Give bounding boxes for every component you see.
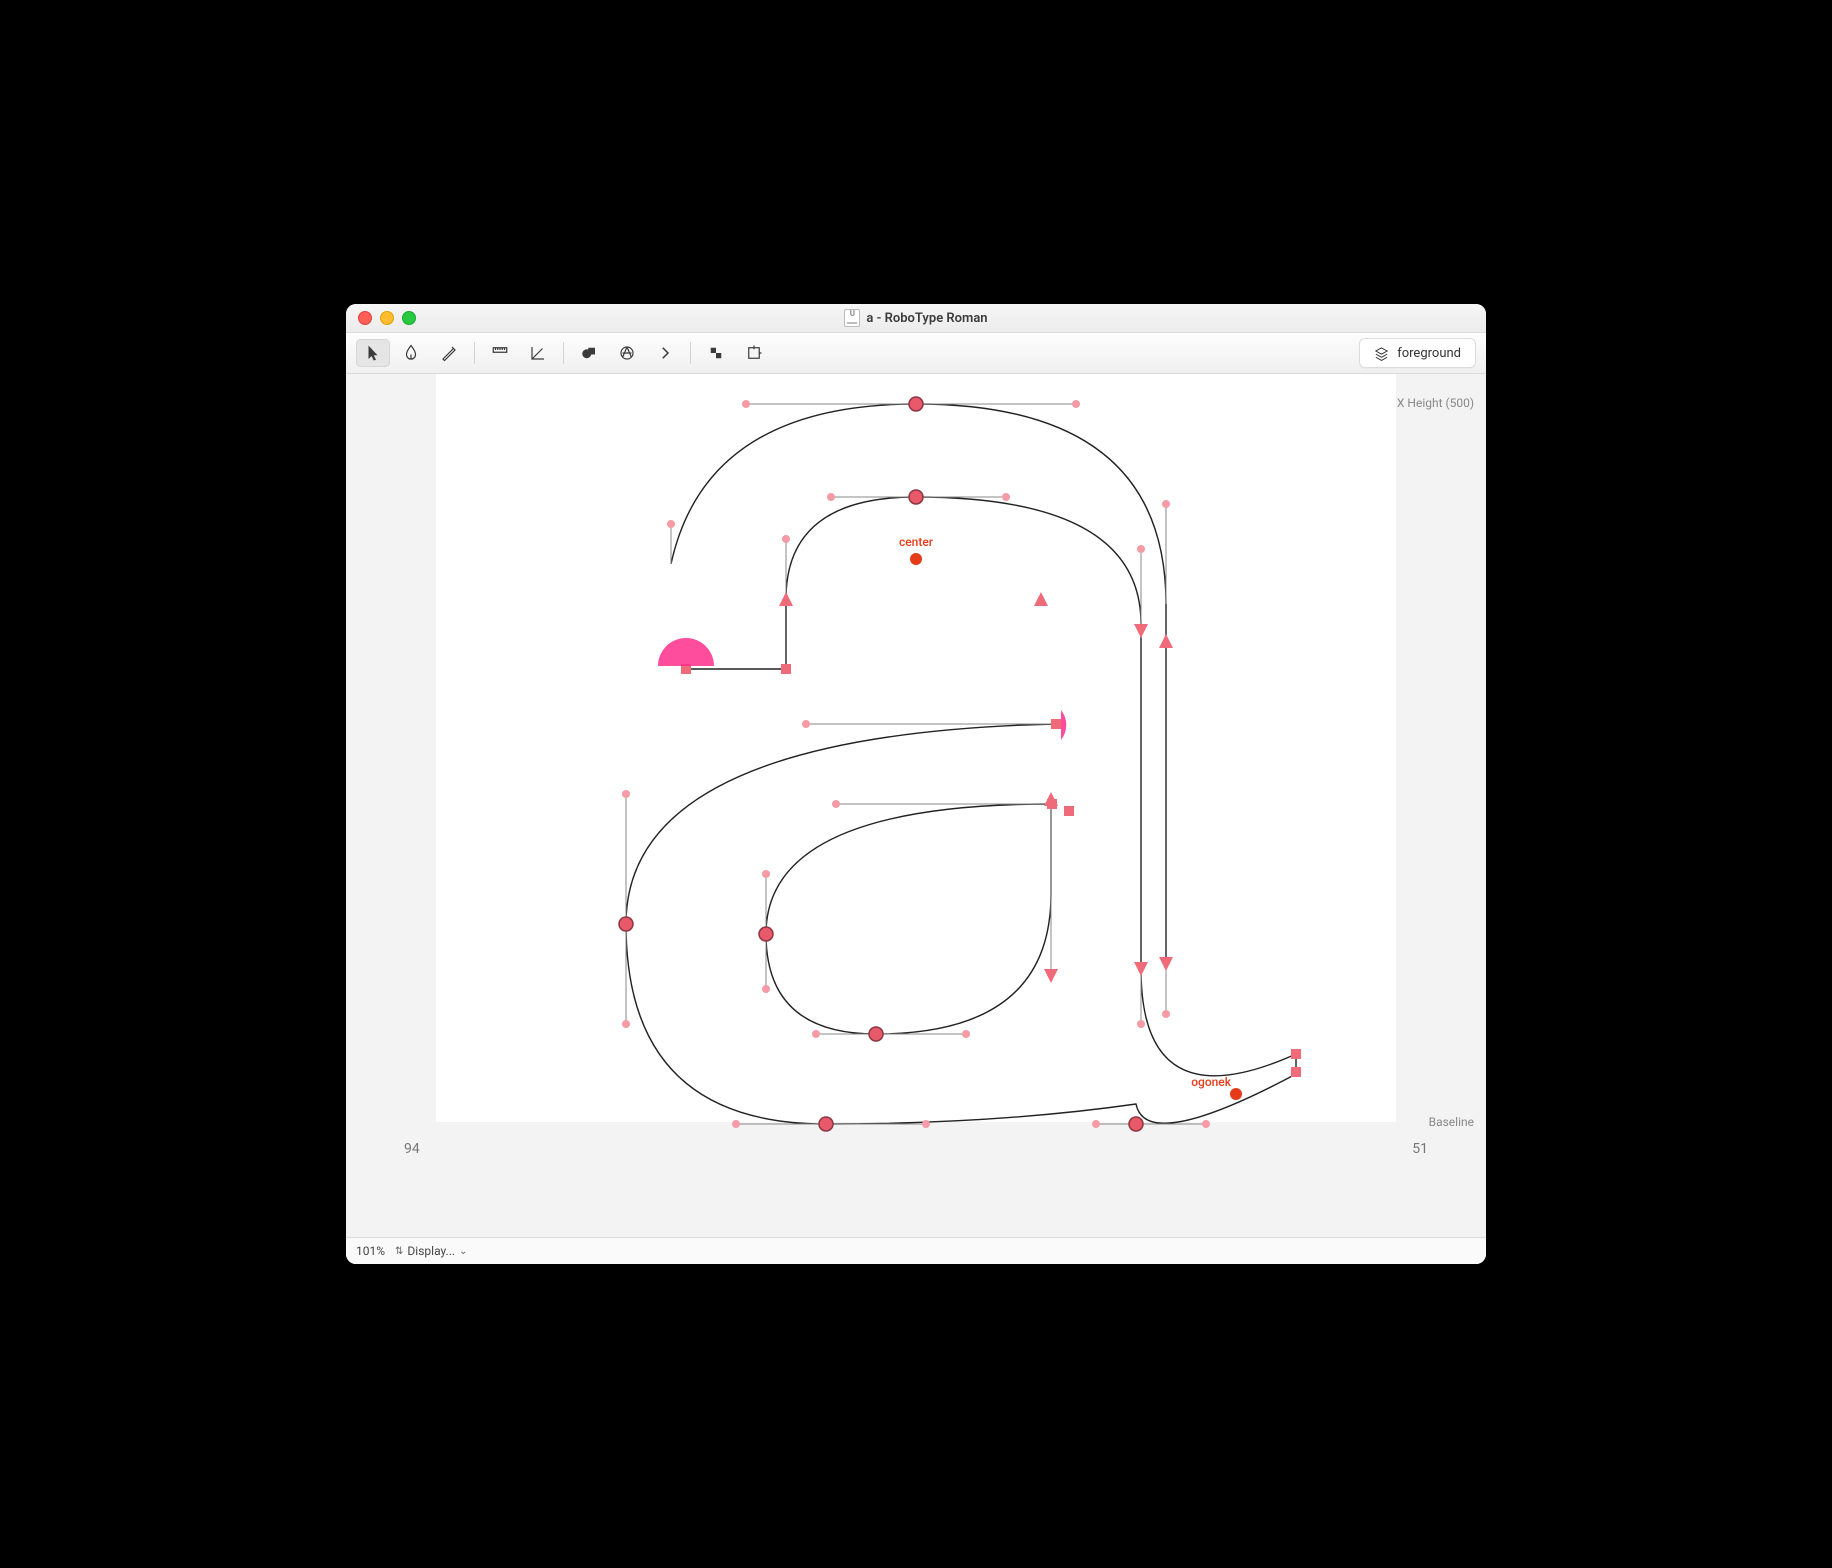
handles-group <box>626 404 1206 1124</box>
statusbar: 101% ⇅ Display... ⌄ <box>346 1237 1486 1264</box>
zoom-button[interactable] <box>402 311 416 325</box>
window-title: a - RoboType Roman <box>346 309 1486 327</box>
toolbar-separator <box>563 342 564 364</box>
tool-knife[interactable] <box>432 339 466 367</box>
minimize-button[interactable] <box>380 311 394 325</box>
baseline-label: Baseline <box>1429 1115 1474 1129</box>
tool-arrow[interactable] <box>356 339 390 367</box>
toolbar: foreground <box>346 333 1486 374</box>
right-sidebearing-region <box>1396 374 1486 1237</box>
checker-icon <box>707 344 725 362</box>
bounds-icon <box>745 344 763 362</box>
counter-contour <box>766 804 1051 1034</box>
x-height-label: X Height (500) <box>1397 396 1474 410</box>
tool-angle[interactable] <box>521 339 555 367</box>
anchor-center-dot <box>910 553 922 565</box>
pen-icon <box>402 344 420 362</box>
tangent-points <box>779 592 1173 983</box>
anchor-ogonek-label: ogonek <box>1191 1075 1232 1089</box>
corner-points <box>681 664 1301 1077</box>
anchor-ogonek-dot <box>1230 1088 1242 1100</box>
top-contour <box>671 404 1166 964</box>
below-baseline-region <box>346 1122 1486 1237</box>
tool-ruler[interactable] <box>483 339 517 367</box>
tool-checker[interactable] <box>699 339 733 367</box>
tool-bounds[interactable] <box>737 339 771 367</box>
toolbar-separator <box>690 342 691 364</box>
anchor-center-label: center <box>899 535 934 549</box>
display-mode-label: Display... <box>407 1244 455 1258</box>
tool-pen[interactable] <box>394 339 428 367</box>
zoom-level[interactable]: 101% <box>356 1244 385 1258</box>
tool-shape[interactable] <box>572 339 606 367</box>
chevron-down-icon: ⌄ <box>459 1246 467 1257</box>
left-sidebearing-region <box>346 374 436 1237</box>
layer-label: foreground <box>1397 346 1461 361</box>
off-curve-points <box>622 400 1210 1128</box>
left-sidebearing-value: 94 <box>404 1141 420 1157</box>
traffic-lights <box>346 311 416 325</box>
anchors: center ogonek <box>899 535 1242 1100</box>
layers-icon <box>1374 346 1389 361</box>
shape-icon <box>580 344 598 362</box>
close-button[interactable] <box>358 311 372 325</box>
arrow-icon <box>364 344 382 362</box>
glyph-canvas[interactable]: X Height (500) Baseline 94 51 <box>346 374 1486 1237</box>
compass-icon <box>618 344 636 362</box>
app-window: a - RoboType Roman <box>346 304 1486 1264</box>
titlebar: a - RoboType Roman <box>346 304 1486 333</box>
tool-next[interactable] <box>648 339 682 367</box>
ruler-icon <box>491 344 509 362</box>
knife-icon <box>440 344 458 362</box>
window-title-text: a - RoboType Roman <box>866 311 987 326</box>
angle-icon <box>529 344 547 362</box>
right-sidebearing-value: 51 <box>1412 1141 1428 1157</box>
display-mode-selector[interactable]: ⇅ Display... ⌄ <box>395 1244 467 1258</box>
on-curve-smooth-points <box>619 397 1143 1131</box>
tool-compass[interactable] <box>610 339 644 367</box>
kink-indicators <box>658 638 1066 740</box>
chevron-right-icon <box>656 344 674 362</box>
outer-contour <box>626 497 1296 1124</box>
updown-icon: ⇅ <box>395 1246 403 1257</box>
layer-selector[interactable]: foreground <box>1359 338 1476 368</box>
ufo-file-icon <box>844 309 860 327</box>
toolbar-separator <box>474 342 475 364</box>
glyph-outline: center ogonek <box>436 374 1396 1237</box>
